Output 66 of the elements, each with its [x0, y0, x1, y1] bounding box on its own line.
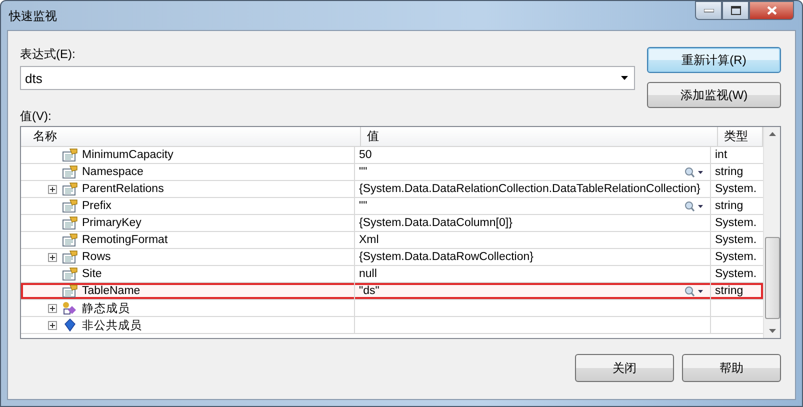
window-title: 快速监视 [9, 8, 57, 25]
member-type: System. [715, 234, 757, 246]
member-value: Xml [359, 234, 379, 246]
member-value: "" [359, 166, 368, 178]
member-name: ParentRelations [82, 183, 164, 195]
scroll-up-icon[interactable] [768, 132, 776, 136]
member-value: {System.Data.DataRelationCollection.DataTableRelationCollection} [359, 183, 700, 195]
expand-icon[interactable] [48, 252, 57, 262]
static-members-icon [62, 301, 78, 315]
member-value: {System.Data.DataColumn[0]} [359, 217, 512, 229]
member-type: System. [715, 217, 757, 229]
maximize-button[interactable] [722, 1, 749, 20]
member-name: Rows [82, 251, 111, 263]
member-type: string [715, 166, 744, 178]
expand-icon[interactable] [48, 320, 57, 330]
member-name: 非公共成员 [82, 318, 142, 332]
expression-combobox[interactable]: dts [20, 66, 635, 90]
member-type: System. [715, 183, 757, 195]
member-value: "ds" [359, 285, 380, 297]
minimize-icon [704, 8, 714, 12]
close-button[interactable] [749, 1, 794, 20]
column-header[interactable]: 名称 [21, 127, 361, 146]
property-icon [62, 267, 78, 281]
scroll-down-icon[interactable] [768, 329, 776, 333]
magnifier-icon[interactable] [684, 166, 704, 178]
vertical-scrollbar[interactable] [763, 127, 780, 338]
property-icon [62, 199, 78, 213]
member-type: string [715, 200, 744, 212]
member-name: 静态成员 [82, 302, 130, 316]
property-icon [62, 233, 78, 247]
property-icon [62, 165, 78, 179]
dialog-button[interactable]: 关闭 [575, 354, 674, 382]
member-value: null [359, 268, 377, 280]
magnifier-icon[interactable] [684, 286, 704, 296]
member-value: 50 [359, 149, 372, 161]
dialog-button[interactable]: 重新计算(R) [647, 47, 781, 73]
property-icon [62, 148, 78, 162]
property-icon [62, 216, 78, 230]
member-name: Site [82, 268, 102, 280]
maximize-icon [730, 6, 740, 15]
member-type: System. [715, 251, 757, 263]
member-type: System. [715, 268, 757, 280]
dropdown-arrow-icon [621, 76, 628, 80]
member-name: MinimumCapacity [82, 149, 174, 161]
expand-icon[interactable] [48, 184, 57, 194]
expression-label: 表达式(E): [20, 46, 76, 62]
magnifier-icon[interactable] [684, 200, 704, 212]
diamond-icon [62, 318, 78, 332]
member-value: "" [359, 200, 368, 212]
dialog-button[interactable]: 帮助 [682, 354, 781, 382]
expand-icon[interactable] [48, 304, 57, 312]
member-type: string [715, 285, 744, 297]
member-name: RemotingFormat [82, 234, 168, 246]
member-type: int [715, 149, 728, 161]
dialog-button[interactable]: 添加监视(W) [647, 82, 781, 108]
member-name: PrimaryKey [82, 217, 142, 229]
member-name: Namespace [82, 166, 144, 178]
member-name: TableName [82, 285, 140, 297]
column-header[interactable]: 值 [361, 127, 718, 146]
member-name: Prefix [82, 200, 112, 212]
property-icon [62, 250, 78, 264]
value-label: 值(V): [20, 108, 52, 124]
close-icon [766, 6, 776, 15]
minimize-button[interactable] [695, 1, 722, 20]
property-icon [62, 182, 78, 196]
member-value: {System.Data.DataRowCollection} [359, 251, 534, 263]
